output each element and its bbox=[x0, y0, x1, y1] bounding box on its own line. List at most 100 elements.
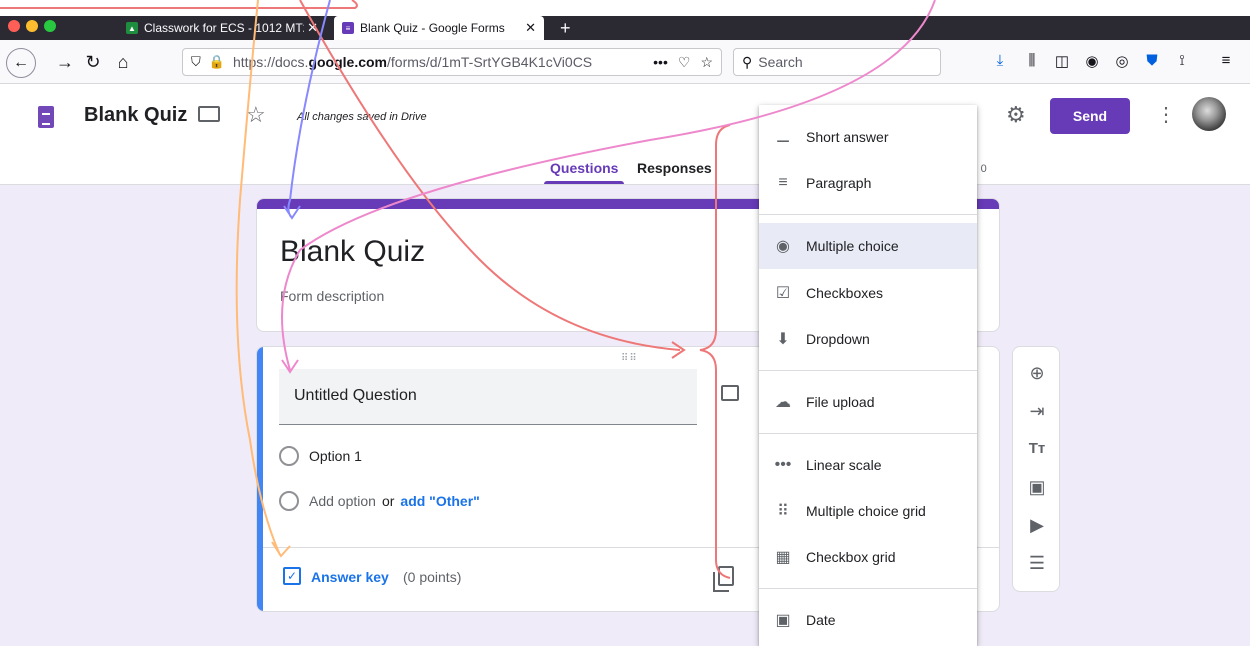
settings-icon[interactable]: ⚙ bbox=[1006, 102, 1026, 128]
cast-icon[interactable]: ⟟ bbox=[1172, 52, 1192, 69]
menu-item-label: Dropdown bbox=[806, 331, 870, 347]
folder-icon[interactable] bbox=[198, 106, 220, 122]
menu-item-label: Multiple choice grid bbox=[806, 503, 926, 519]
menu-item-file-upload[interactable]: ☁ File upload bbox=[759, 379, 977, 425]
drag-handle[interactable]: ⠿⠿ bbox=[621, 353, 638, 364]
add-video-icon[interactable]: ▶ bbox=[1025, 513, 1049, 537]
answer-key-button[interactable]: Answer key bbox=[311, 569, 389, 585]
star-icon[interactable]: ☆ bbox=[246, 102, 266, 128]
menu-item-multiple-choice-grid[interactable]: ⠿ Multiple choice grid bbox=[759, 488, 977, 534]
shield-extension-icon[interactable]: ⛊ bbox=[1142, 52, 1162, 69]
library-icon[interactable]: ⫼ bbox=[1022, 52, 1042, 69]
radio-icon bbox=[279, 446, 299, 466]
square-grid-icon: ▦ bbox=[775, 549, 791, 566]
menu-item-label: Checkbox grid bbox=[806, 549, 896, 565]
sidebar-icon[interactable]: ◫ bbox=[1052, 52, 1072, 70]
menu-item-linear-scale[interactable]: ••• Linear scale bbox=[759, 442, 977, 488]
answer-key-icon[interactable]: ✓ bbox=[283, 567, 301, 585]
browser-tab-bar: ▲ Classwork for ECS - 1012 MT20 ✕ ≡ Blan… bbox=[0, 0, 1250, 40]
minimize-window-button[interactable] bbox=[26, 20, 38, 32]
tab-responses[interactable]: Responses bbox=[637, 160, 712, 176]
search-input[interactable]: ⚲ Search bbox=[733, 48, 941, 76]
option-row[interactable]: Option 1 bbox=[279, 446, 362, 466]
import-questions-icon[interactable]: ⇥ bbox=[1025, 399, 1049, 423]
forms-logo-icon[interactable] bbox=[38, 106, 54, 128]
menu-item-checkbox-grid[interactable]: ▦ Checkbox grid bbox=[759, 534, 977, 580]
menu-item-multiple-choice[interactable]: ◉ Multiple choice bbox=[759, 223, 977, 269]
add-section-icon[interactable]: ☰ bbox=[1025, 551, 1049, 575]
cloud-upload-icon: ☁ bbox=[775, 394, 791, 411]
active-question-bar bbox=[257, 347, 263, 611]
forward-button[interactable]: → bbox=[52, 50, 78, 76]
question-title-input[interactable]: Untitled Question bbox=[279, 369, 697, 425]
form-description-field[interactable]: Form description bbox=[280, 288, 384, 304]
shield-icon[interactable]: ⛉ bbox=[191, 54, 201, 70]
url-text[interactable]: https://docs.google.com/forms/d/1mT-SrtY… bbox=[233, 54, 613, 70]
menu-item-checkboxes[interactable]: ☑ Checkboxes bbox=[759, 270, 977, 316]
tab-classwork[interactable]: ▲ Classwork for ECS - 1012 MT20 ✕ bbox=[118, 16, 326, 40]
tab-title: Classwork for ECS - 1012 MT20 bbox=[144, 21, 304, 35]
menu-item-dropdown[interactable]: ⬇ Dropdown bbox=[759, 316, 977, 362]
menu-item-label: Paragraph bbox=[806, 175, 872, 191]
close-tab-icon[interactable]: ✕ bbox=[525, 20, 536, 36]
send-button[interactable]: Send bbox=[1050, 98, 1130, 134]
checkbox-icon: ☑ bbox=[775, 285, 791, 302]
add-image-icon[interactable]: ▣ bbox=[1025, 475, 1049, 499]
browser-nav-bar: ← → ↻ ⌂ ⛉ 🔒 https://docs.google.com/form… bbox=[0, 40, 1250, 84]
tab-title: Blank Quiz - Google Forms bbox=[360, 21, 505, 35]
short-text-icon: ⚊ bbox=[775, 129, 791, 146]
dot-grid-icon: ⠿ bbox=[777, 503, 789, 520]
account-icon[interactable]: ◉ bbox=[1082, 52, 1102, 70]
lock-icon[interactable]: 🔒 bbox=[209, 54, 225, 70]
classroom-favicon-icon: ▲ bbox=[126, 22, 138, 34]
add-option-button[interactable]: Add option bbox=[309, 493, 376, 509]
menu-item-label: Checkboxes bbox=[806, 285, 884, 301]
option-label[interactable]: Option 1 bbox=[309, 448, 362, 464]
form-title[interactable]: Blank Quiz bbox=[280, 235, 425, 269]
calendar-icon: ▣ bbox=[775, 612, 791, 629]
more-vert-icon[interactable]: ⋮ bbox=[1156, 102, 1176, 127]
add-other-button[interactable]: add "Other" bbox=[400, 493, 479, 509]
menu-item-short-answer[interactable]: ⚊ Short answer bbox=[759, 114, 977, 160]
menu-item-label: Short answer bbox=[806, 129, 889, 145]
download-icon[interactable]: ⤓ bbox=[990, 52, 1010, 69]
home-button[interactable]: ⌂ bbox=[110, 50, 136, 76]
radio-icon bbox=[279, 491, 299, 511]
question-points: (0 points) bbox=[403, 569, 462, 585]
linear-scale-icon: ••• bbox=[774, 456, 792, 473]
menu-item-paragraph[interactable]: ≡ Paragraph bbox=[759, 160, 977, 206]
url-bar[interactable]: ⛉ 🔒 https://docs.google.com/forms/d/1mT-… bbox=[182, 48, 722, 76]
dropdown-circle-icon: ⬇ bbox=[776, 331, 790, 348]
duplicate-icon[interactable] bbox=[713, 566, 734, 592]
extension-icon[interactable]: ◎ bbox=[1112, 52, 1132, 70]
search-icon: ⚲ bbox=[742, 53, 753, 70]
forms-favicon-icon: ≡ bbox=[342, 22, 354, 34]
form-title-header[interactable]: Blank Quiz bbox=[84, 104, 187, 127]
reload-button[interactable]: ↻ bbox=[80, 50, 106, 76]
menu-item-label: Multiple choice bbox=[806, 238, 899, 254]
new-tab-button[interactable]: + bbox=[560, 16, 571, 40]
menu-divider bbox=[759, 370, 977, 371]
add-question-icon[interactable]: ⊕ bbox=[1025, 361, 1049, 385]
back-button[interactable]: ← bbox=[6, 48, 36, 78]
bookmark-star-icon[interactable]: ☆ bbox=[700, 54, 713, 71]
tab-blank-quiz[interactable]: ≡ Blank Quiz - Google Forms ✕ bbox=[334, 16, 544, 40]
close-tab-icon[interactable]: ✕ bbox=[307, 20, 318, 36]
page-actions-icon[interactable]: ••• bbox=[653, 54, 668, 71]
add-image-icon[interactable] bbox=[721, 385, 739, 401]
menu-icon[interactable]: ≡ bbox=[1216, 52, 1236, 69]
active-tab-indicator bbox=[544, 181, 624, 184]
or-label: or bbox=[381, 493, 395, 509]
add-title-icon[interactable]: Tт bbox=[1025, 437, 1049, 461]
paragraph-icon: ≡ bbox=[778, 174, 788, 191]
menu-item-date[interactable]: ▣ Date bbox=[759, 597, 977, 643]
avatar[interactable] bbox=[1192, 97, 1226, 131]
add-option-row: Add option or add "Other" bbox=[279, 491, 480, 511]
tab-questions[interactable]: Questions bbox=[550, 160, 618, 176]
pocket-icon[interactable]: ♡ bbox=[678, 54, 691, 71]
forms-header: Blank Quiz ☆ All changes saved in Drive … bbox=[0, 84, 1250, 185]
side-toolbar: ⊕ ⇥ Tт ▣ ▶ ☰ bbox=[1012, 346, 1060, 592]
close-window-button[interactable] bbox=[8, 20, 20, 32]
menu-item-label: File upload bbox=[806, 394, 875, 410]
maximize-window-button[interactable] bbox=[44, 20, 56, 32]
